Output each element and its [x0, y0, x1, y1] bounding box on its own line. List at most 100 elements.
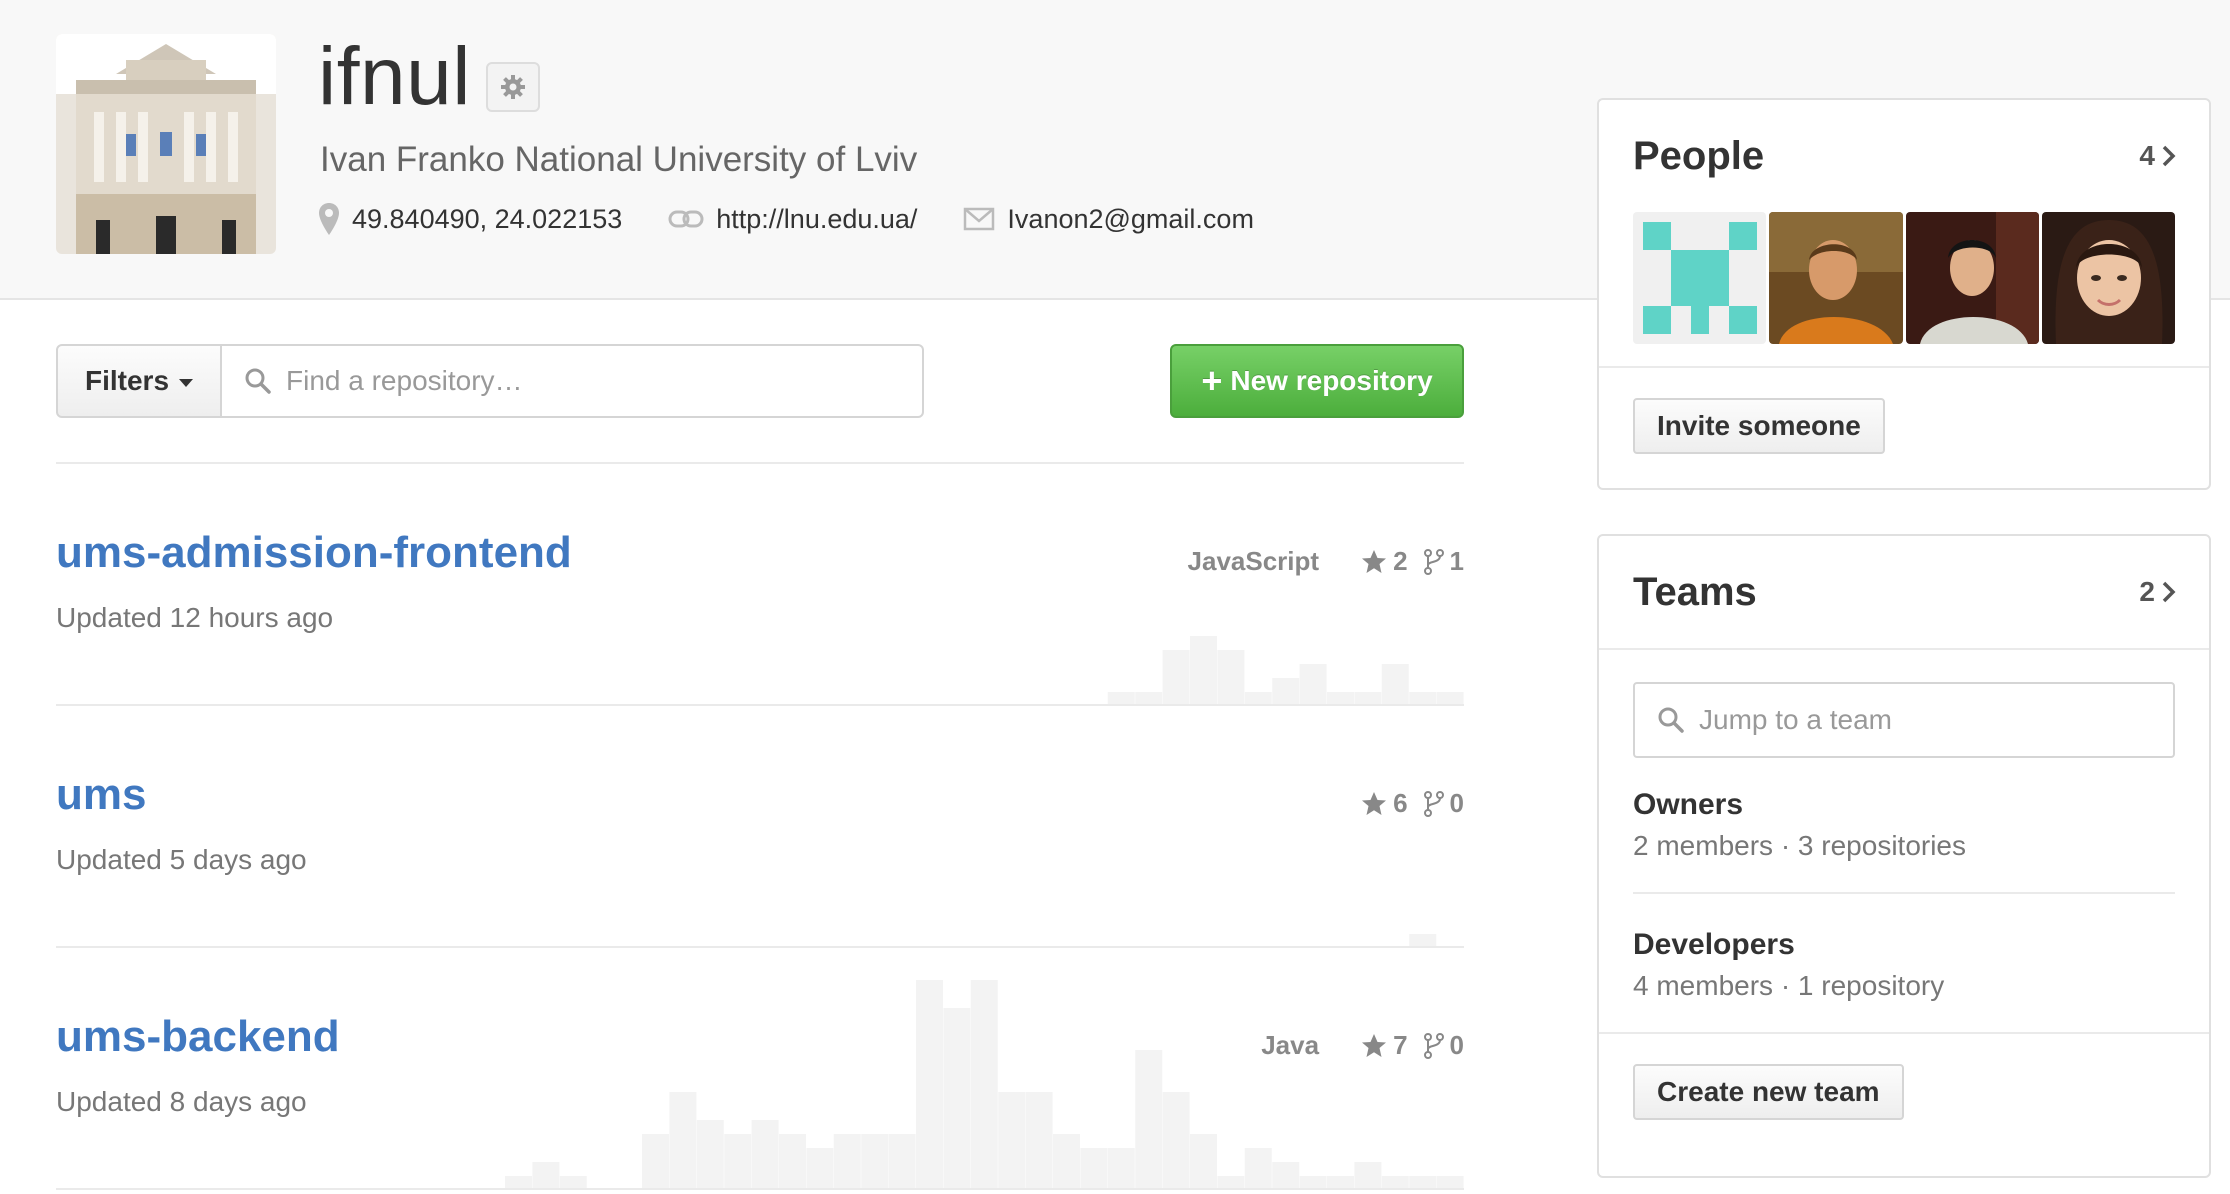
- team-name[interactable]: Developers: [1633, 928, 2175, 962]
- link-icon: [668, 210, 704, 228]
- divider: [1633, 892, 2175, 894]
- org-full-name: Ivan Franko National University of Lviv: [320, 140, 918, 179]
- repo-updated: Updated 8 days ago: [56, 1086, 307, 1117]
- plus-icon: +: [1201, 360, 1223, 401]
- repo-item: ums Updated 5 days ago 6 0: [56, 708, 1464, 948]
- chevron-right-icon: [2162, 581, 2176, 603]
- stars-link[interactable]: 6: [1361, 788, 1408, 819]
- activity-bar: [779, 1134, 806, 1190]
- repo-updated: Updated 12 hours ago: [56, 602, 334, 633]
- repo-language: Java: [1261, 1030, 1320, 1060]
- activity-bar: [1272, 678, 1300, 706]
- activity-bar: [1053, 1134, 1080, 1190]
- gear-icon: [501, 75, 525, 99]
- invite-someone-button[interactable]: Invite someone: [1633, 398, 1885, 454]
- activity-bar: [806, 1148, 834, 1190]
- activity-bar: [1244, 1148, 1272, 1190]
- activity-bar: [833, 1134, 861, 1190]
- forks-count: 1: [1449, 546, 1464, 576]
- people-avatars: [1599, 212, 2209, 344]
- member-avatar[interactable]: [1905, 212, 2039, 344]
- forks-link[interactable]: 1: [1423, 546, 1464, 577]
- stars-link[interactable]: 2: [1361, 546, 1408, 577]
- activity-bar: [1162, 1092, 1190, 1190]
- filters-label: Filters: [84, 365, 170, 396]
- people-header: People 4: [1599, 100, 2209, 212]
- activity-bar: [943, 1008, 971, 1190]
- team-search[interactable]: [1633, 682, 2175, 758]
- filters-dropdown[interactable]: Filters: [56, 344, 222, 418]
- org-email[interactable]: Ivanon2@gmail.com: [963, 204, 1254, 235]
- repo-activity-graph: [505, 980, 1464, 1190]
- forks-link[interactable]: 0: [1423, 1030, 1464, 1061]
- teams-count-link[interactable]: 2: [2139, 576, 2177, 608]
- repo-name[interactable]: ums-backend: [56, 1012, 340, 1062]
- divider: [56, 1188, 1464, 1190]
- repo-search[interactable]: [222, 344, 924, 418]
- team-name[interactable]: Owners: [1633, 788, 2175, 822]
- member-avatar[interactable]: [2041, 212, 2175, 344]
- member-avatar[interactable]: [1769, 212, 1903, 344]
- stars-link[interactable]: 7: [1361, 1030, 1408, 1061]
- team-info: 4 members · 1 repository: [1633, 970, 1945, 1001]
- activity-bar: [1162, 650, 1190, 706]
- org-website[interactable]: http://lnu.edu.ua/: [668, 204, 917, 235]
- create-new-team-button[interactable]: Create new team: [1633, 1064, 1904, 1120]
- people-title: People: [1633, 133, 1765, 178]
- people-count: 4: [2139, 140, 2155, 171]
- teams-count: 2: [2139, 576, 2155, 607]
- repo-stats: JavaScript 2 1: [1188, 546, 1464, 577]
- repo-activity-graph: [1409, 934, 1437, 948]
- activity-bar: [696, 1120, 724, 1190]
- mail-icon: [964, 207, 995, 231]
- team-info: 2 members · 3 repositories: [1633, 830, 1967, 861]
- org-location: 49.840490, 24.022153: [318, 202, 622, 236]
- team-item[interactable]: Owners 2 members · 3 repositories: [1599, 788, 2209, 862]
- forks-count: 0: [1449, 1030, 1464, 1060]
- org-avatar[interactable]: [56, 34, 276, 254]
- activity-bar: [1299, 664, 1327, 706]
- activity-bar: [970, 980, 998, 1190]
- repo-stats: 6 0: [1319, 788, 1464, 819]
- divider: [1599, 648, 2209, 650]
- email-link[interactable]: Ivanon2@gmail.com: [1007, 204, 1254, 235]
- activity-bar: [1080, 1148, 1108, 1190]
- repo-item: ums-admission-frontend Updated 12 hours …: [56, 466, 1464, 706]
- location-text: 49.840490, 24.022153: [352, 203, 623, 234]
- activity-bar: [916, 980, 943, 1190]
- activity-bar: [1135, 1050, 1163, 1190]
- org-name: ifnul: [318, 31, 471, 122]
- search-icon: [1658, 707, 1684, 733]
- activity-bar: [751, 1120, 779, 1190]
- member-avatar[interactable]: [1633, 212, 1767, 344]
- repo-updated: Updated 5 days ago: [56, 844, 307, 875]
- activity-bar: [724, 1134, 752, 1190]
- activity-bar: [861, 1134, 889, 1190]
- activity-bar: [1272, 1162, 1300, 1190]
- repo-search-input[interactable]: [286, 365, 886, 397]
- forks-count: 0: [1449, 788, 1464, 818]
- activity-bar: [998, 1092, 1026, 1190]
- team-item[interactable]: Developers 4 members · 1 repository: [1599, 928, 2209, 1002]
- repo-name[interactable]: ums: [56, 770, 146, 820]
- stars-count: 7: [1393, 1030, 1408, 1060]
- repo-stats: Java 7 0: [1261, 1030, 1464, 1061]
- divider: [56, 462, 1464, 464]
- website-link[interactable]: http://lnu.edu.ua/: [716, 204, 917, 235]
- teams-title: Teams: [1633, 569, 1757, 614]
- repo-item: ums-backend Updated 8 days ago Java 7 0: [56, 950, 1464, 1190]
- activity-bar: [642, 1134, 669, 1190]
- repo-activity-graph: [1107, 636, 1464, 706]
- star-icon: [1362, 549, 1387, 573]
- people-count-link[interactable]: 4: [2139, 140, 2177, 172]
- repo-name[interactable]: ums-admission-frontend: [56, 528, 572, 578]
- settings-button[interactable]: [486, 62, 540, 112]
- team-search-input[interactable]: [1699, 704, 2159, 736]
- forks-link[interactable]: 0: [1423, 788, 1464, 819]
- teams-box: Teams 2 Owners 2 members · 3 repositorie…: [1597, 534, 2211, 1178]
- activity-bar: [888, 1134, 916, 1190]
- repo-language: JavaScript: [1187, 546, 1320, 576]
- activity-bar: [1354, 1162, 1382, 1190]
- caret-down-icon: [179, 379, 194, 387]
- new-repository-button[interactable]: + New repository: [1170, 344, 1464, 418]
